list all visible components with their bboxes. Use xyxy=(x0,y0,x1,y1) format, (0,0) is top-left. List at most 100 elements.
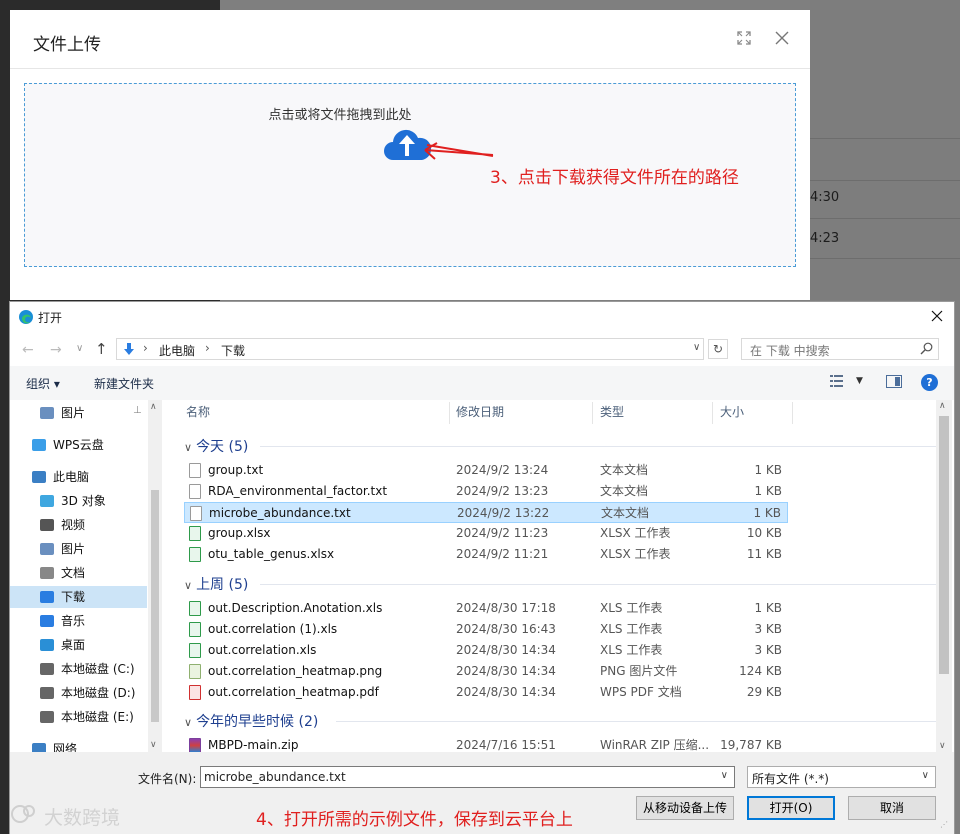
filename-label: 文件名(N): xyxy=(138,772,197,786)
file-size: 1 KB xyxy=(753,506,781,520)
file-name: group.xlsx xyxy=(208,526,271,540)
column-header-name[interactable]: 名称 xyxy=(186,400,210,424)
edge-icon xyxy=(18,309,34,325)
nav-scrollbar[interactable]: ∧ ∨ xyxy=(148,400,162,752)
file-size: 10 KB xyxy=(746,526,782,540)
file-row[interactable]: out.correlation.xls 2024/8/30 14:34 XLS 工作… xyxy=(184,640,788,661)
drive-icon xyxy=(40,687,54,699)
spreadsheet-icon xyxy=(189,601,201,616)
desktop-icon xyxy=(40,639,54,651)
nav-item[interactable]: 文档 xyxy=(10,562,147,584)
cancel-button[interactable]: 取消 xyxy=(848,796,936,820)
group-divider xyxy=(260,584,936,585)
filetype-select[interactable]: 所有文件 (*.*) ∨ xyxy=(747,766,936,788)
file-date: 2024/7/16 15:51 xyxy=(456,738,556,752)
nav-item[interactable]: 此电脑 xyxy=(10,466,147,488)
view-dropdown-icon[interactable]: ▼ xyxy=(856,376,863,386)
chevron-down-icon[interactable]: ∨ xyxy=(184,579,192,592)
column-header-type[interactable]: 类型 xyxy=(600,400,624,424)
group-header[interactable]: ∨ 今年的早些时候 (2) xyxy=(184,711,318,731)
nav-item[interactable]: 本地磁盘 (E:) xyxy=(10,706,147,728)
breadcrumb-item[interactable]: 下载 xyxy=(221,342,245,359)
search-input[interactable]: 在 下载 中搜索 xyxy=(741,338,939,360)
column-header-size[interactable]: 大小 xyxy=(720,400,744,424)
file-row[interactable]: microbe_abundance.txt 2024/9/2 13:22 文本文档 1… xyxy=(184,502,788,523)
nav-item[interactable]: 桌面 xyxy=(10,634,147,656)
column-header-date[interactable]: 修改日期 xyxy=(456,400,504,424)
file-list-scrollbar[interactable]: ∧ ∨ xyxy=(936,400,952,752)
resize-grip-icon[interactable]: ⋰ xyxy=(940,820,950,830)
nav-item[interactable]: 本地磁盘 (C:) xyxy=(10,658,147,680)
preview-pane-icon[interactable] xyxy=(886,375,902,388)
file-row[interactable]: group.txt 2024/9/2 13:24 文本文档 1 KB xyxy=(184,460,788,481)
group-divider xyxy=(260,446,936,447)
breadcrumb-item[interactable]: 此电脑 xyxy=(159,342,195,359)
chevron-down-icon[interactable]: ∨ xyxy=(184,441,192,454)
nav-item[interactable]: 下载 xyxy=(10,586,147,608)
chevron-down-icon[interactable]: ∨ xyxy=(922,770,929,781)
column-divider xyxy=(449,402,450,424)
chevron-down-icon[interactable]: ∨ xyxy=(721,770,728,781)
file-row[interactable]: out.correlation_heatmap.png 2024/8/30 14:… xyxy=(184,661,788,682)
file-row[interactable]: MBPD-main.zip 2024/7/16 15:51 WinRAR ZIP 压… xyxy=(184,735,788,752)
view-options-icon[interactable] xyxy=(830,375,844,387)
file-size: 1 KB xyxy=(754,463,782,477)
upload-from-device-button[interactable]: 从移动设备上传 xyxy=(636,796,734,820)
nav-item-label: WPS云盘 xyxy=(53,438,104,452)
documents-icon xyxy=(40,567,54,579)
address-bar[interactable]: › 此电脑 › 下载 ∨ xyxy=(116,338,704,360)
file-row[interactable]: out.correlation_heatmap.pdf 2024/8/30 14:… xyxy=(184,682,788,703)
open-button[interactable]: 打开(O) xyxy=(747,796,835,820)
help-icon[interactable]: ? xyxy=(921,374,938,391)
file-size: 1 KB xyxy=(754,484,782,498)
spreadsheet-icon xyxy=(189,526,201,541)
3d-objects-icon xyxy=(40,495,54,507)
forward-arrow-icon[interactable]: → xyxy=(50,342,62,358)
file-row[interactable]: RDA_environmental_factor.txt 2024/9/2 13:… xyxy=(184,481,788,502)
file-row[interactable]: out.correlation (1).xls 2024/8/30 16:43 XL… xyxy=(184,619,788,640)
file-row[interactable]: group.xlsx 2024/9/2 11:23 XLSX 工作表 10 KB xyxy=(184,523,788,544)
dialog-title: 打开 xyxy=(38,311,63,325)
drive-icon xyxy=(40,663,54,675)
file-row[interactable]: out.Description.Anotation.xls 2024/8/30 1… xyxy=(184,598,788,619)
pin-icon[interactable]: ⊥ xyxy=(133,405,142,416)
spreadsheet-icon xyxy=(189,547,201,562)
file-type: 文本文档 xyxy=(600,463,649,477)
nav-item[interactable]: 视频 xyxy=(10,514,147,536)
file-list[interactable]: 名称 修改日期 类型 大小 ∨ 今天 (5) group.txt 2024/9/2 1… xyxy=(176,400,936,752)
nav-item-label: 图片 xyxy=(61,406,86,420)
chevron-down-icon[interactable]: ∨ xyxy=(76,343,83,354)
group-header[interactable]: ∨ 上周 (5) xyxy=(184,574,248,594)
nav-item[interactable]: WPS云盘 xyxy=(10,434,147,456)
nav-item[interactable]: 3D 对象 xyxy=(10,490,147,512)
navigation-pane: 图片 WPS云盘 此电脑 3D 对象 视频 图片 文档 下载 音乐 桌面 本地磁盘 (C:) 本地磁盘… xyxy=(10,400,162,756)
back-arrow-icon[interactable]: ← xyxy=(22,342,34,358)
dialog-close-icon[interactable] xyxy=(930,309,944,323)
download-icon xyxy=(40,591,54,603)
nav-item[interactable]: 图片 xyxy=(10,538,147,560)
annotation-step-4: 4、打开所需的示例文件，保存到云平台上 xyxy=(256,810,573,830)
computer-icon xyxy=(32,471,46,483)
filename-input[interactable]: microbe_abundance.txt ∨ xyxy=(200,766,735,788)
file-row[interactable]: otu_table_genus.xlsx 2024/9/2 11:21 XLSX 工… xyxy=(184,544,788,565)
file-type: PNG 图片文件 xyxy=(600,664,678,678)
search-icon[interactable] xyxy=(920,342,933,355)
breadcrumb-separator: › xyxy=(205,341,210,355)
filename-value: microbe_abundance.txt xyxy=(204,770,346,784)
file-date: 2024/8/30 17:18 xyxy=(456,601,556,615)
cloud-icon xyxy=(32,439,46,451)
history-dropdown-icon[interactable]: ∨ xyxy=(693,342,700,353)
chevron-down-icon[interactable]: ∨ xyxy=(184,716,192,729)
nav-item[interactable]: 图片 xyxy=(10,402,147,424)
new-folder-button[interactable]: 新建文件夹 xyxy=(94,375,154,392)
file-size: 3 KB xyxy=(754,622,782,636)
group-header[interactable]: ∨ 今天 (5) xyxy=(184,436,248,456)
refresh-icon[interactable]: ↻ xyxy=(708,339,728,359)
organize-menu[interactable]: 组织 ▾ xyxy=(26,375,60,392)
file-name: out.correlation.xls xyxy=(208,643,317,657)
nav-item[interactable]: 本地磁盘 (D:) xyxy=(10,682,147,704)
group-label: 今天 (5) xyxy=(196,439,249,455)
nav-item[interactable]: 音乐 xyxy=(10,610,147,632)
group-label: 上周 (5) xyxy=(196,577,249,593)
up-arrow-icon[interactable]: ↑ xyxy=(95,340,108,358)
